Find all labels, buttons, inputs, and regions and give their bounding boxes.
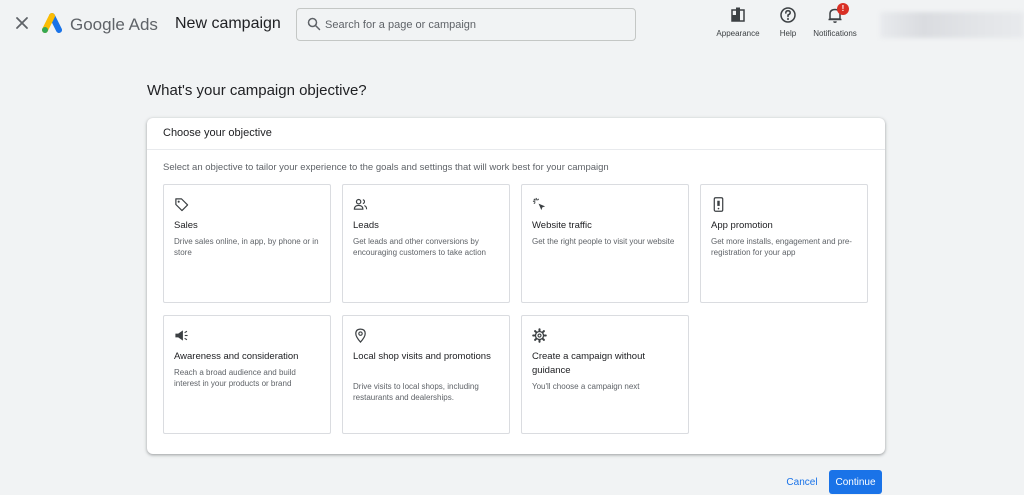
brand-google: Google (70, 15, 125, 34)
objective-description: Get the right people to visit your websi… (532, 237, 675, 246)
gear-icon (532, 328, 547, 343)
notifications-icon-wrap: ! (826, 3, 849, 24)
close-icon[interactable] (13, 14, 31, 32)
search-icon (307, 17, 321, 31)
cursor-click-icon (532, 197, 546, 211)
objective-title: Leads (353, 220, 379, 231)
notifications-label: Notifications (813, 29, 857, 38)
help-icon (780, 7, 796, 23)
search-box[interactable] (296, 8, 636, 41)
objective-title: Awareness and consideration (174, 351, 299, 362)
notification-badge: ! (837, 3, 849, 15)
objective-panel: Choose your objective Select an objectiv… (147, 118, 885, 454)
objective-description: Drive sales online, in app, by phone or … (174, 237, 319, 257)
tag-icon (175, 198, 189, 212)
objective-title: App promotion (711, 220, 773, 231)
account-info-blurred[interactable] (880, 12, 1024, 38)
page-heading: What's your campaign objective? (147, 82, 367, 99)
objective-title: Sales (174, 220, 198, 231)
objective-title: Create a campaign without guidance (532, 351, 646, 376)
objective-description: Drive visits to local shops, including r… (353, 382, 479, 402)
appearance-button[interactable]: Appearance (714, 6, 762, 38)
objective-description: Get leads and other conversions by encou… (353, 237, 486, 257)
top-bar: Google Ads New campaign Appearance Help (0, 0, 1024, 50)
search-input[interactable] (325, 10, 625, 39)
panel-description: Select an objective to tailor your exper… (163, 162, 609, 173)
objective-description: Reach a broad audience and build interes… (174, 368, 296, 388)
objective-card-website-traffic[interactable]: Website traffic Get the right people to … (521, 184, 689, 303)
cancel-button[interactable]: Cancel (780, 471, 824, 493)
objective-card-app-promotion[interactable]: App promotion Get more installs, engagem… (700, 184, 868, 303)
notifications-button[interactable]: ! Notifications (808, 3, 862, 38)
help-button[interactable]: Help (775, 6, 801, 38)
objective-title: Local shop visits and promotions (353, 351, 491, 362)
objective-description: You'll choose a campaign next (532, 382, 640, 391)
objective-card-local-shop-visits[interactable]: Local shop visits and promotions Drive v… (342, 315, 510, 434)
objective-title: Website traffic (532, 220, 592, 231)
brand-ads: Ads (128, 15, 158, 34)
people-icon (353, 198, 368, 210)
objective-card-leads[interactable]: Leads Get leads and other conversions by… (342, 184, 510, 303)
brand-name: Google Ads (70, 15, 158, 35)
appearance-icon (731, 7, 745, 22)
panel-divider (147, 149, 885, 150)
google-ads-logo (42, 13, 62, 33)
objective-description: Get more installs, engagement and pre-re… (711, 237, 852, 257)
location-pin-icon (355, 328, 366, 343)
objective-card-awareness[interactable]: Awareness and consideration Reach a broa… (163, 315, 331, 434)
help-label: Help (779, 29, 797, 38)
objective-card-sales[interactable]: Sales Drive sales online, in app, by pho… (163, 184, 331, 303)
continue-button[interactable]: Continue (829, 470, 882, 494)
megaphone-icon (175, 330, 188, 341)
panel-title: Choose your objective (163, 127, 272, 139)
page-title: New campaign (175, 15, 281, 32)
phone-icon (713, 197, 724, 212)
objective-card-no-guidance[interactable]: Create a campaign without guidance You'l… (521, 315, 689, 434)
appearance-label: Appearance (716, 29, 760, 38)
